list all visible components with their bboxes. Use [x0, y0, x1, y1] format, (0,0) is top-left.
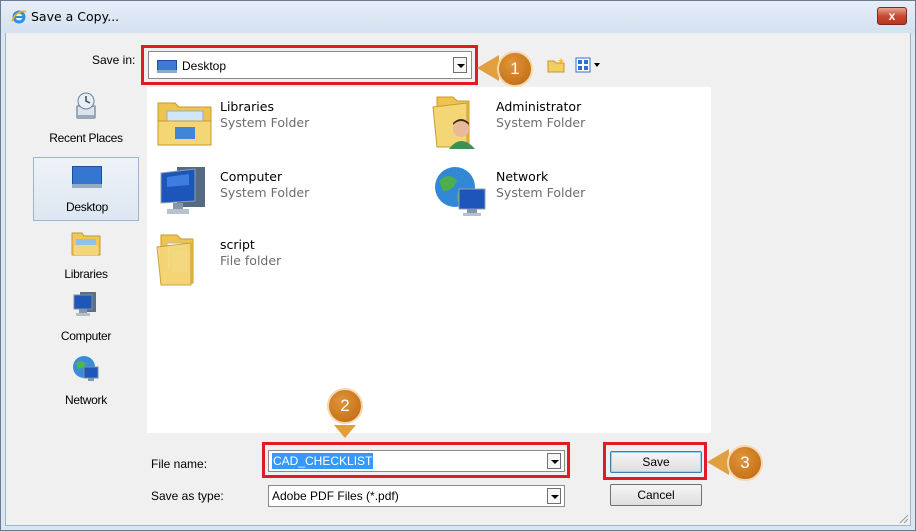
file-item-administrator[interactable]: Administrator System Folder [431, 93, 691, 149]
close-button[interactable]: x [877, 7, 907, 25]
place-libraries[interactable]: Libraries [33, 223, 139, 287]
save-a-copy-dialog: Save a Copy... x Save in: Desktop 1 Rece… [0, 0, 916, 531]
file-name-label: File name: [151, 457, 208, 471]
file-name: Administrator [496, 99, 582, 114]
view-menu-icon[interactable] [575, 57, 603, 73]
desktop-icon [72, 166, 102, 188]
libraries-folder-icon [157, 102, 212, 146]
place-label: Libraries [64, 267, 108, 281]
file-name: Libraries [220, 99, 274, 114]
place-label: Network [65, 393, 107, 407]
callout-arrow-1 [477, 55, 499, 81]
user-folder-icon [432, 96, 475, 149]
file-type: System Folder [220, 185, 310, 200]
title-bar[interactable]: Save a Copy... x [1, 1, 915, 33]
resize-grip-icon[interactable] [897, 512, 909, 524]
save-as-type-label: Save as type: [151, 489, 224, 503]
callout-badge-3: 3 [727, 445, 763, 481]
file-type: System Folder [496, 115, 586, 130]
place-label: Recent Places [49, 131, 123, 145]
callout-arrow-2 [334, 425, 356, 438]
file-type: File folder [220, 253, 282, 268]
callout-arrow-3 [707, 449, 729, 475]
place-computer[interactable]: Computer [33, 285, 139, 349]
file-list: Libraries System Folder Administrator Sy… [147, 87, 711, 433]
place-desktop[interactable]: Desktop [33, 157, 139, 221]
network-icon [73, 356, 99, 381]
new-folder-icon[interactable] [547, 57, 567, 73]
computer-icon [160, 167, 205, 214]
app-e-icon [11, 10, 27, 24]
cancel-button[interactable]: Cancel [610, 484, 702, 506]
folder-icon [156, 234, 194, 286]
place-network[interactable]: Network [33, 349, 139, 413]
save-as-type-dropdown[interactable]: Adobe PDF Files (*.pdf) [268, 485, 565, 507]
file-item-script[interactable]: script File folder [155, 231, 415, 287]
file-item-computer[interactable]: Computer System Folder [155, 163, 415, 219]
callout-box-save-in [141, 45, 478, 85]
callout-box-save [603, 442, 707, 480]
callout-box-file-name [262, 442, 570, 478]
file-type: System Folder [220, 115, 310, 130]
dropdown-arrow-icon[interactable] [547, 488, 561, 504]
callout-badge-1: 1 [497, 51, 533, 87]
file-item-network[interactable]: Network System Folder [431, 163, 691, 219]
save-as-type-value: Adobe PDF Files (*.pdf) [272, 489, 399, 503]
places-bar: Recent Places Desktop Libraries Computer… [33, 87, 139, 417]
file-type: System Folder [496, 185, 586, 200]
place-recent-places[interactable]: Recent Places [33, 87, 139, 151]
file-name: Network [496, 169, 549, 184]
callout-badge-2: 2 [327, 388, 363, 424]
place-label: Desktop [66, 200, 108, 214]
libraries-icon [71, 232, 101, 256]
file-item-libraries[interactable]: Libraries System Folder [155, 93, 415, 149]
file-name: script [220, 237, 255, 252]
computer-icon [73, 292, 96, 316]
place-label: Computer [60, 329, 112, 343]
network-globe-icon [435, 167, 486, 216]
file-name: Computer [220, 169, 283, 184]
save-in-label: Save in: [92, 53, 136, 67]
window-title: Save a Copy... [31, 9, 120, 24]
recent-places-icon [76, 92, 96, 119]
